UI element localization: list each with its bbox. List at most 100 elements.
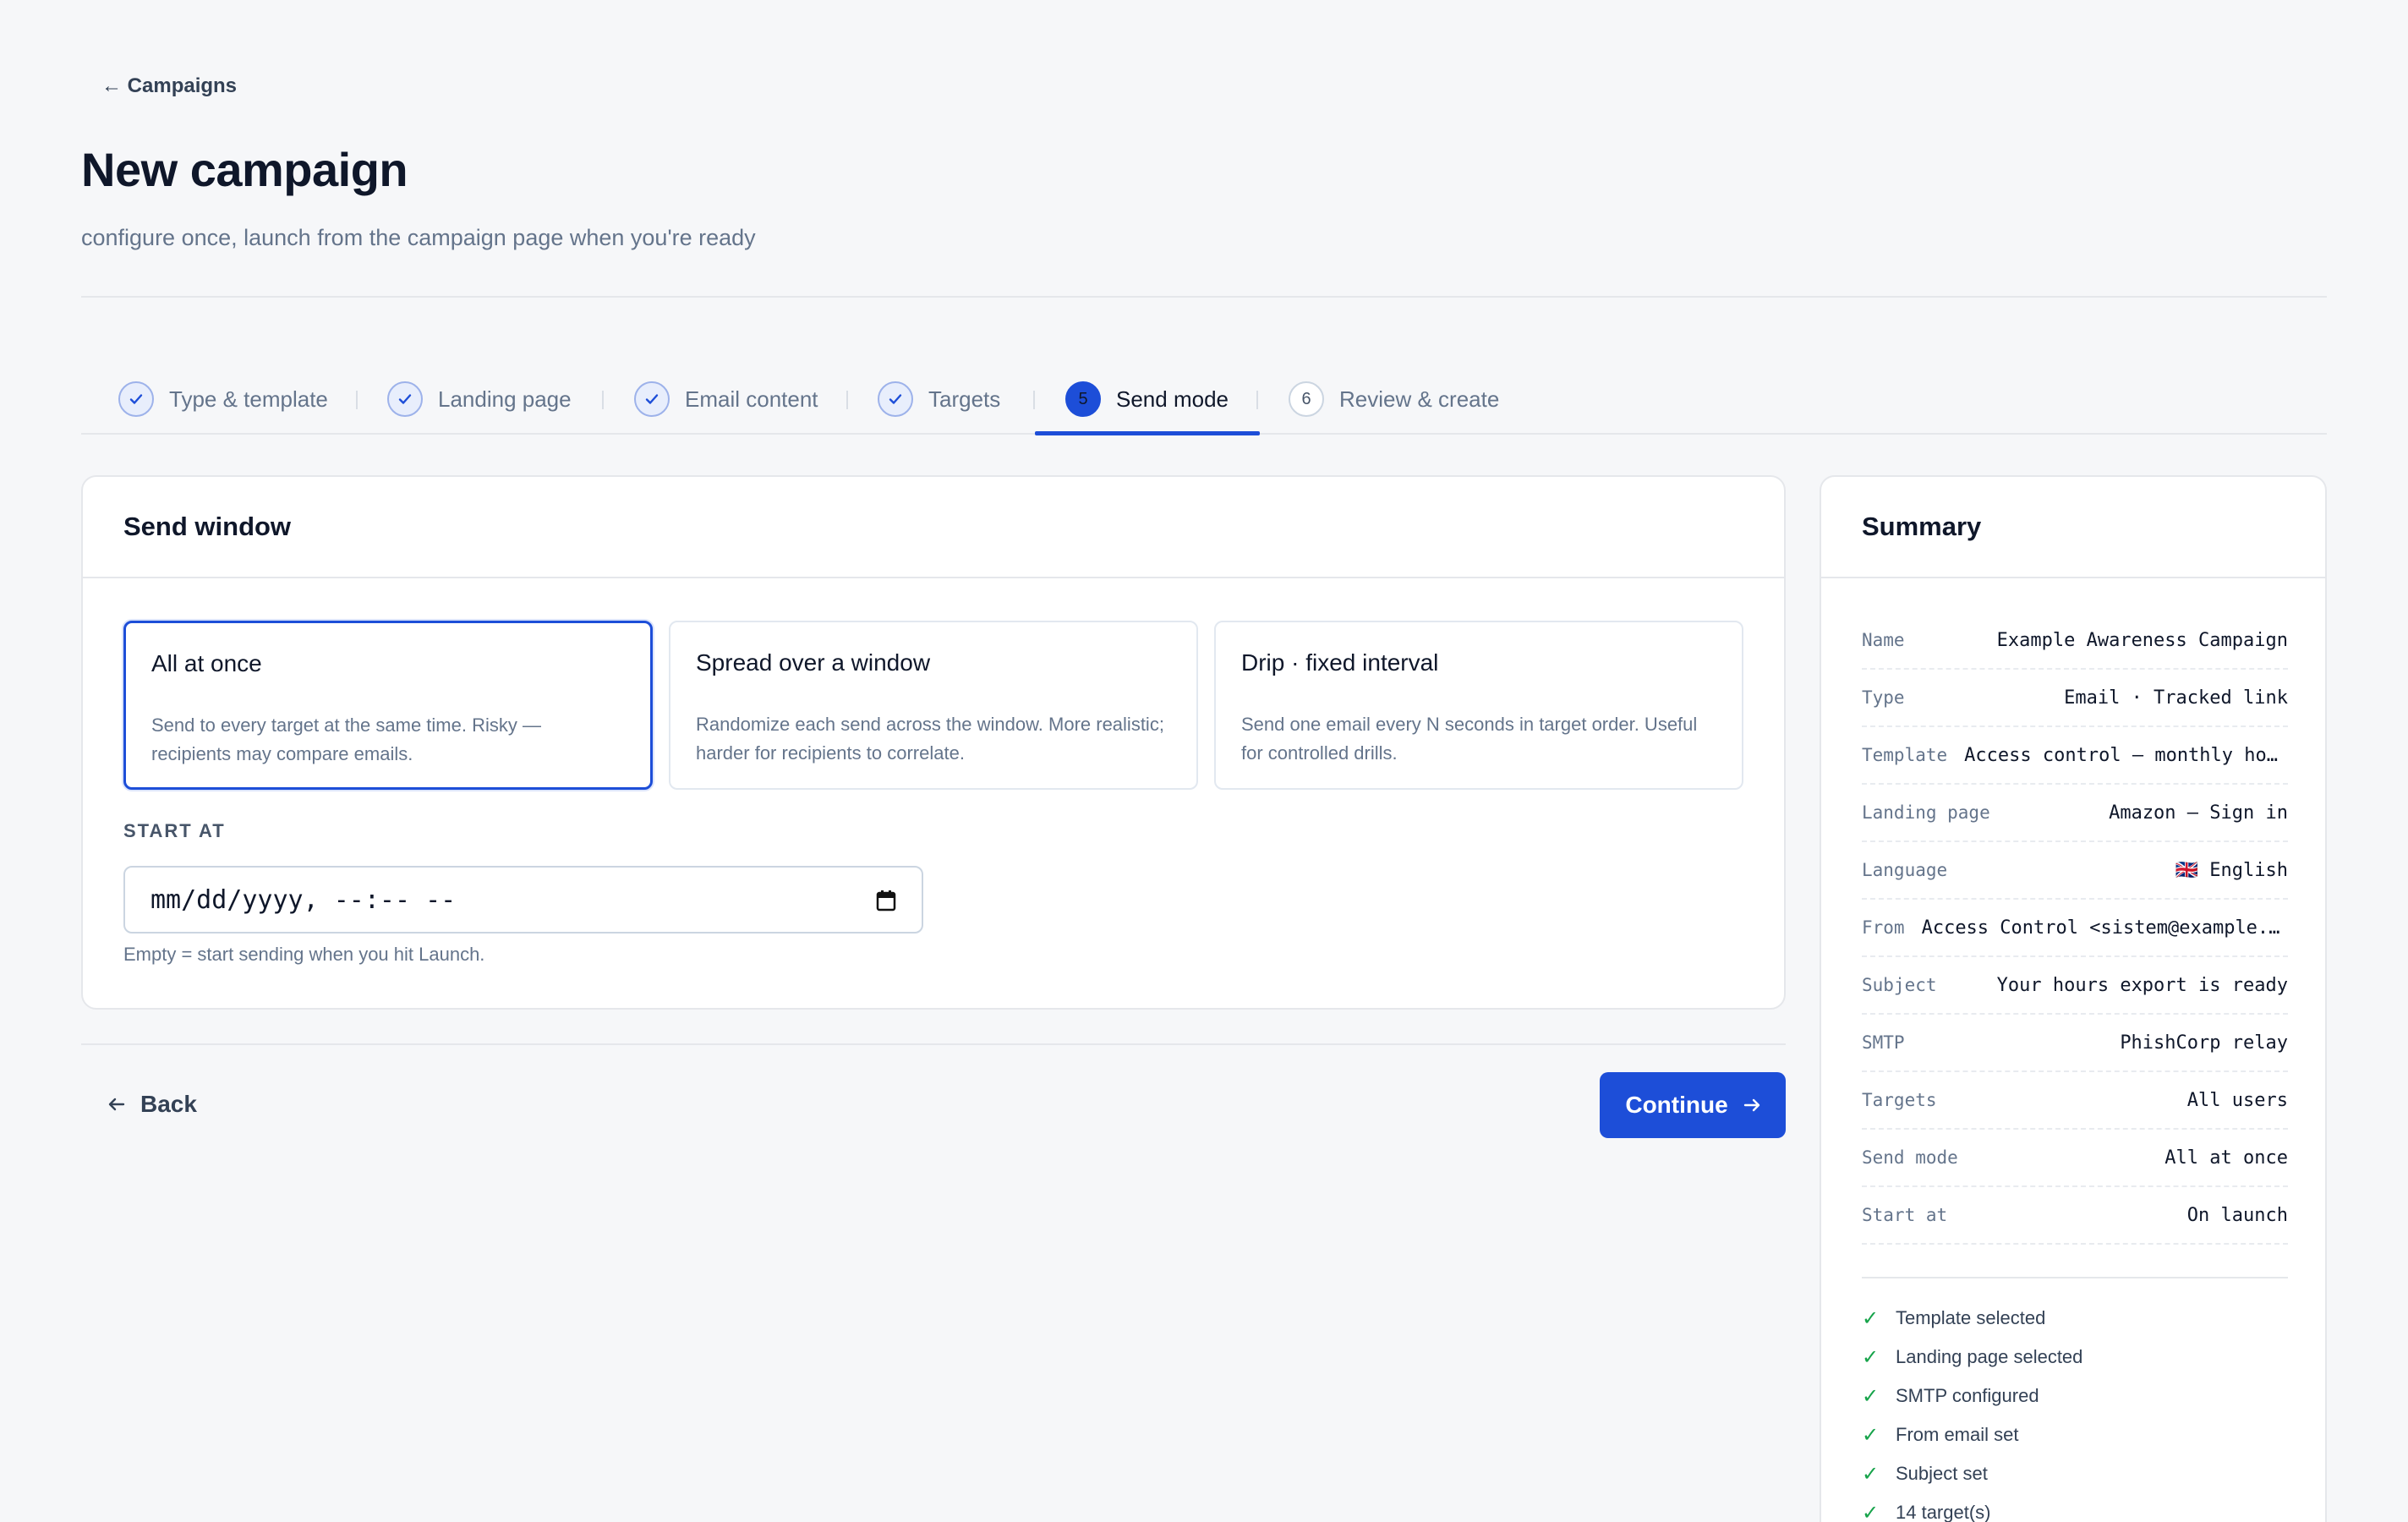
summary-key: Template [1862,745,1948,765]
summary-card: Summary Name Example Awareness Campaign T… [1820,475,2327,1522]
option-description: Send to every target at the same time. R… [151,714,541,764]
checklist-item: ✓ From email set [1862,1415,2082,1454]
arrow-right-icon [1743,1092,1760,1119]
summary-key: Type [1862,687,1905,708]
footer-divider [81,1043,1786,1045]
summary-key: SMTP [1862,1032,1905,1053]
step-number-badge: 6 [1289,381,1324,417]
check-icon [118,381,154,417]
start-at-hint: Empty = start sending when you hit Launc… [123,944,485,965]
checkmark-icon: ✓ [1862,1345,1880,1369]
summary-value: Access control — monthly hours export [1964,744,2288,766]
summary-value: Example Awareness Campaign [1996,629,2288,651]
checklist-item: ✓ Template selected [1862,1299,2082,1338]
summary-row-start-at: Start at On launch [1862,1187,2288,1245]
summary-value: All users [2186,1089,2288,1111]
summary-value: 🇬🇧 English [2175,859,2288,881]
summary-key: Name [1862,630,1905,650]
summary-row-send-mode: Send mode All at once [1862,1130,2288,1187]
summary-row-smtp: SMTP PhishCorp relay [1862,1015,2288,1072]
arrow-left-icon [108,1091,125,1118]
step-targets[interactable]: Targets [878,364,1000,435]
step-separator [846,391,848,409]
option-drip-fixed-interval[interactable]: Drip · fixed interval Send one email eve… [1214,621,1743,790]
checklist-label: Template selected [1896,1307,2046,1328]
check-icon [634,381,670,417]
summary-key: Subject [1862,975,1937,995]
summary-row-language: Language 🇬🇧 English [1862,842,2288,900]
active-step-indicator [1035,431,1260,435]
readiness-checklist: ✓ Template selected ✓ Landing page selecte… [1862,1299,2082,1522]
option-spread-over-window[interactable]: Spread over a window Randomize each send… [669,621,1198,790]
header-divider [81,296,2327,298]
summary-key: From [1862,917,1905,938]
summary-key: Start at [1862,1205,1948,1225]
summary-value: Access Control <sistem@example.com> [1921,917,2288,939]
option-description: Randomize each send across the window. M… [696,714,1164,764]
step-separator [356,391,358,409]
step-label: Targets [928,386,1001,412]
summary-key: Targets [1862,1090,1937,1110]
start-at-placeholder: mm/dd/yyyy, --:-- -- [150,884,457,915]
page-subtitle: configure once, launch from the campaign… [81,225,756,250]
summary-row-subject: Subject Your hours export is ready [1862,957,2288,1015]
back-to-campaigns-link[interactable]: ← Campaigns [101,74,237,98]
step-number-badge: 5 [1065,381,1101,417]
step-send-mode[interactable]: 5 Send mode [1065,364,1229,435]
checklist-label: SMTP configured [1896,1385,2039,1406]
summary-key: Send mode [1862,1147,1958,1168]
summary-value: Your hours export is ready [1996,974,2288,996]
checklist-label: Subject set [1896,1463,1988,1484]
summary-value: Amazon — Sign in [2109,802,2288,824]
step-label: Email content [685,386,818,412]
summary-row-template: Template Access control — monthly hours e… [1862,727,2288,785]
wizard-stepper: Type & template Landing page Email conte… [81,364,2327,435]
continue-button[interactable]: Continue [1600,1072,1786,1138]
option-description: Send one email every N seconds in target… [1241,714,1698,764]
summary-value: Email · Tracked link [2064,687,2288,709]
step-separator [602,391,604,409]
checkmark-icon: ✓ [1862,1462,1880,1486]
step-label: Landing page [438,386,572,412]
send-window-title: Send window [83,477,1784,578]
step-separator [1033,391,1035,409]
summary-row-landing-page: Landing page Amazon — Sign in [1862,785,2288,842]
start-at-label: START AT [123,820,226,841]
checkmark-icon: ✓ [1862,1384,1880,1408]
checklist-label: Landing page selected [1896,1346,2083,1367]
summary-value: All at once [2164,1147,2288,1169]
start-at-datetime-input[interactable]: mm/dd/yyyy, --:-- -- [123,866,923,933]
step-label: Send mode [1116,386,1229,412]
summary-divider [1862,1277,2288,1278]
check-icon [387,381,423,417]
checkmark-icon: ✓ [1862,1423,1880,1447]
checklist-item: ✓ Landing page selected [1862,1338,2082,1377]
summary-row-targets: Targets All users [1862,1072,2288,1130]
calendar-icon[interactable] [876,889,896,912]
checklist-label: 14 target(s) [1896,1502,1991,1522]
checklist-item: ✓ Subject set [1862,1454,2082,1493]
step-review-create[interactable]: 6 Review & create [1289,364,1499,435]
summary-key: Language [1862,860,1948,880]
continue-button-label: Continue [1625,1092,1728,1118]
step-type-template[interactable]: Type & template [118,364,328,435]
step-email-content[interactable]: Email content [634,364,818,435]
option-title: Spread over a window [696,649,931,676]
checklist-label: From email set [1896,1424,2019,1445]
back-button-label: Back [140,1091,197,1117]
step-label: Type & template [169,386,328,412]
summary-title: Summary [1821,477,2325,578]
checkmark-icon: ✓ [1862,1306,1880,1330]
checkmark-icon: ✓ [1862,1501,1880,1522]
summary-value: On launch [2186,1204,2288,1226]
summary-row-type: Type Email · Tracked link [1862,670,2288,727]
summary-key: Landing page [1862,802,1990,823]
option-all-at-once[interactable]: All at once Send to every target at the … [123,621,653,790]
summary-value: PhishCorp relay [2120,1032,2288,1054]
step-landing-page[interactable]: Landing page [387,364,572,435]
send-window-card: Send window All at once Send to every ta… [81,475,1786,1010]
option-title: All at once [151,650,262,676]
summary-list: Name Example Awareness Campaign Type Email… [1862,612,2288,1245]
step-label: Review & create [1339,386,1500,412]
back-button[interactable]: Back [108,1087,197,1121]
